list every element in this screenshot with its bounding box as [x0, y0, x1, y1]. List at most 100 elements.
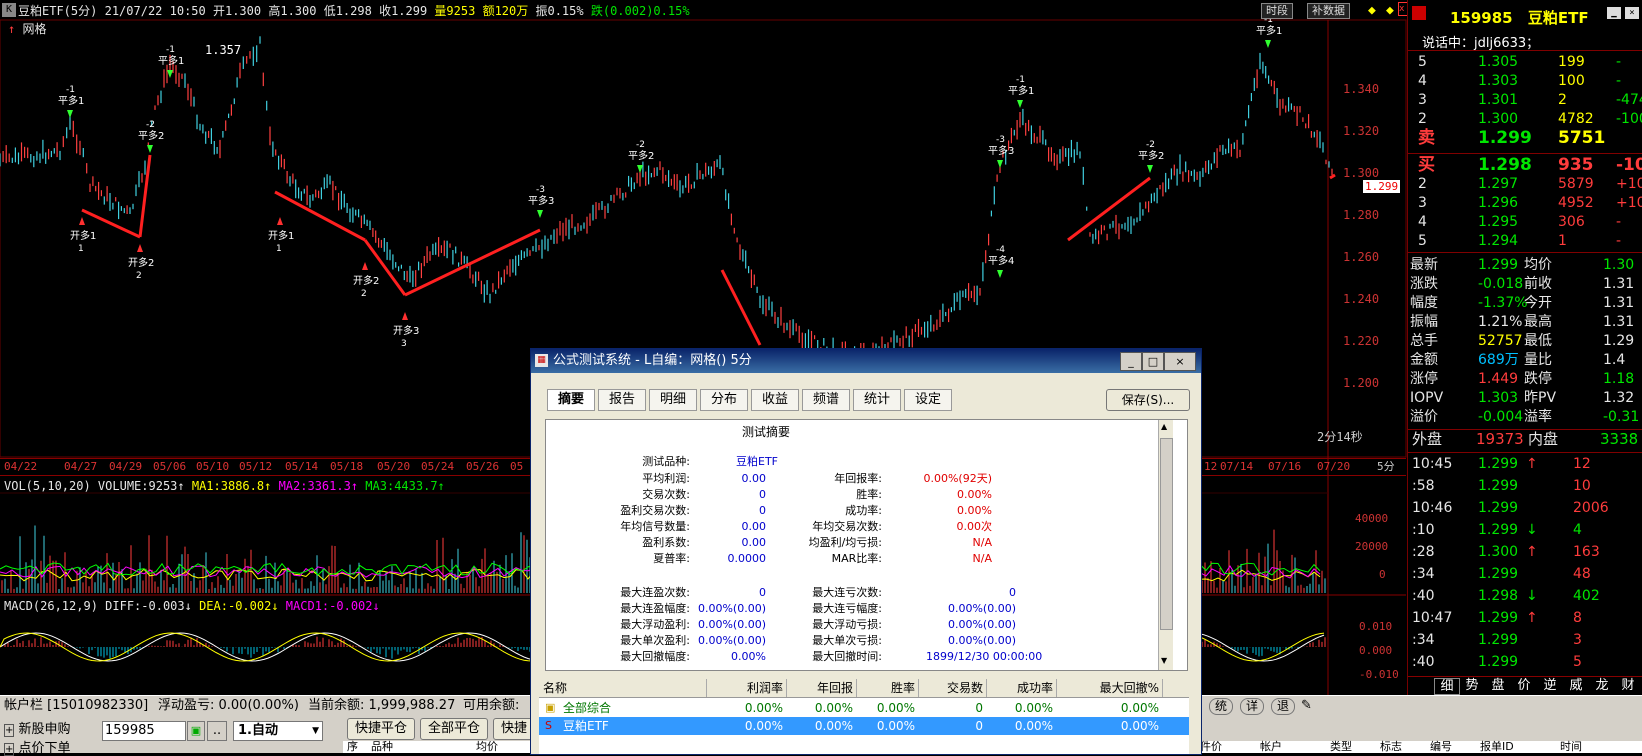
tab-3[interactable]: 分布	[700, 389, 748, 411]
stat-row: 总手 52757 最低 1.29	[1408, 332, 1642, 351]
row-value: 0.00%	[876, 719, 915, 733]
dialog-titlebar[interactable]: ▦ 公式测试系统 - L自编：网格() 5分 _ □ ×	[531, 349, 1201, 373]
exit-button[interactable]: 退	[1271, 698, 1295, 715]
bid-change: +10	[1616, 195, 1642, 211]
tab-1[interactable]: 报告	[598, 389, 646, 411]
ask-row: 5 1.305 199 -	[1408, 53, 1642, 72]
quote-tab[interactable]: 价	[1512, 678, 1536, 693]
folder-icon: ▣	[545, 701, 556, 714]
quote-tab[interactable]: 细	[1434, 678, 1460, 695]
table-row[interactable]: 豆粕ETF 0.00% 0.00% 0.00% 0 0.00% 0.00% S	[539, 717, 1189, 735]
summary-value: 0.00%	[957, 488, 992, 501]
order-col-header: 标志	[1380, 740, 1402, 753]
diamond-icon[interactable]: ◆	[1368, 3, 1376, 18]
instrument-label: 测试品种:	[642, 455, 690, 468]
signal-sub: 1	[78, 244, 84, 254]
bid-volume: 5879	[1558, 176, 1594, 192]
tick-arrow: ↑	[1526, 456, 1538, 472]
close-panel-icon[interactable]: ×	[1625, 7, 1639, 19]
scroll-down-icon[interactable]: ▼	[1161, 656, 1167, 665]
vol-ma3: MA3:4433.7↑	[365, 479, 445, 493]
date-tick: 04/22	[4, 460, 38, 473]
tab-2[interactable]: 明细	[649, 389, 697, 411]
minimize-panel-icon[interactable]: ▁	[1607, 7, 1621, 19]
summary-label: 最大连亏次数:	[812, 586, 882, 599]
close-icon[interactable]: ×	[1164, 352, 1196, 371]
signal-sub: -4	[996, 245, 1005, 255]
quick-more-button[interactable]: 快捷	[493, 718, 535, 740]
quote-tab[interactable]: 势	[1460, 678, 1484, 693]
table-row[interactable]: 全部综合 0.00% 0.00% 0.00% 0 0.00% 0.00% ▣	[539, 699, 1189, 717]
quote-tab[interactable]: 龙	[1590, 678, 1614, 693]
quote-tab[interactable]: 逆	[1538, 678, 1562, 693]
stat-row: 金额 689万 量比 1.4	[1408, 351, 1642, 370]
price-tick: 1.240	[1343, 292, 1380, 306]
quote-tab[interactable]: 财	[1616, 678, 1640, 693]
summary-value: 0	[1009, 586, 1016, 599]
settings-icon[interactable]: ✎	[1301, 696, 1312, 716]
summary-value: 0.00%(0.00)	[947, 602, 1016, 615]
header-low: 低1.298	[323, 4, 372, 18]
signal-sub: -1	[1016, 75, 1025, 85]
new-ipo-item[interactable]: + 新股申购	[4, 718, 71, 737]
quote-tab[interactable]: 盘	[1486, 678, 1510, 693]
stat-value: 1.303	[1478, 390, 1519, 406]
minimize-icon[interactable]: _	[1120, 352, 1142, 371]
time-period-button[interactable]: 时段	[1261, 3, 1293, 19]
row-value: 0.00%	[876, 701, 915, 715]
tab-6[interactable]: 统计	[853, 389, 901, 411]
tick-time: :40	[1412, 588, 1435, 604]
summary-label: MAR比率:	[831, 552, 882, 565]
close-all-button[interactable]: 全部平仓	[420, 718, 488, 740]
signal-sub: -2	[1146, 140, 1155, 150]
table-col-header: 成功率	[989, 679, 1057, 697]
more-icon[interactable]: ..	[207, 721, 227, 741]
stat-button[interactable]: 统	[1209, 698, 1233, 715]
expand-icon[interactable]: +	[4, 724, 15, 737]
signal-label: 平多1	[1008, 84, 1034, 97]
table-col-header: 名称	[543, 679, 707, 697]
quick-close-button[interactable]: 快捷平仓	[347, 718, 415, 740]
maximize-icon[interactable]: □	[1142, 352, 1164, 371]
fill-data-button[interactable]: 补数据	[1307, 3, 1350, 19]
scroll-up-icon[interactable]: ▲	[1161, 422, 1167, 431]
bid-price: 1.294	[1478, 233, 1519, 249]
bid-level: 3	[1418, 195, 1427, 211]
table-col-header: 利润率	[713, 679, 787, 697]
outer-label: 外盘	[1412, 430, 1443, 448]
save-button[interactable]: 保存(S)...	[1106, 389, 1190, 411]
app-logo[interactable]: K	[2, 3, 16, 17]
ask-price: 1.300	[1478, 111, 1519, 127]
summary-value: 0.00%(0.00)	[697, 618, 766, 631]
mode-select[interactable]: 1.自动 ▼	[233, 721, 323, 741]
order-item[interactable]: + 点价下单	[4, 737, 71, 756]
stat-value: 1.29	[1603, 333, 1635, 349]
diamond-icon-2[interactable]: ◆	[1386, 3, 1394, 18]
tab-5[interactable]: 频谱	[802, 389, 850, 411]
order-label[interactable]: 点价下单	[19, 741, 71, 756]
ask-price: 1.299	[1478, 128, 1532, 148]
scroll-thumb[interactable]	[1160, 438, 1173, 630]
detail-button[interactable]: 详	[1240, 698, 1264, 715]
tick-arrow: ↓	[1526, 522, 1538, 538]
summary-scrollbar[interactable]: ▲ ▼	[1158, 420, 1173, 670]
row-value: 0.00%	[1014, 719, 1053, 733]
signal-label: 平多2	[138, 129, 164, 142]
tick-price: 1.300	[1478, 544, 1519, 560]
stat-label: 幅度	[1410, 295, 1438, 311]
tab-7[interactable]: 设定	[904, 389, 952, 411]
new-ipo-label[interactable]: 新股申购	[19, 722, 71, 737]
header-date: 21/07/22 10:50	[104, 4, 206, 18]
chevron-down-icon[interactable]: ▼	[312, 722, 319, 740]
summary-label: 最大回撤时间:	[812, 650, 882, 663]
tab-0[interactable]: 摘要	[547, 389, 595, 411]
quote-tab[interactable]: 威	[1564, 678, 1588, 693]
code-input[interactable]: 159985	[102, 721, 186, 741]
ask-row: 4 1.303 100 -	[1408, 72, 1642, 91]
tab-4[interactable]: 收益	[751, 389, 799, 411]
lock-icon[interactable]: ▣	[187, 721, 205, 741]
date-tick: 12	[1204, 460, 1218, 473]
expand-icon[interactable]: +	[4, 743, 15, 756]
date-tick: 04/29	[109, 460, 143, 473]
header-high: 高1.300	[268, 4, 317, 18]
